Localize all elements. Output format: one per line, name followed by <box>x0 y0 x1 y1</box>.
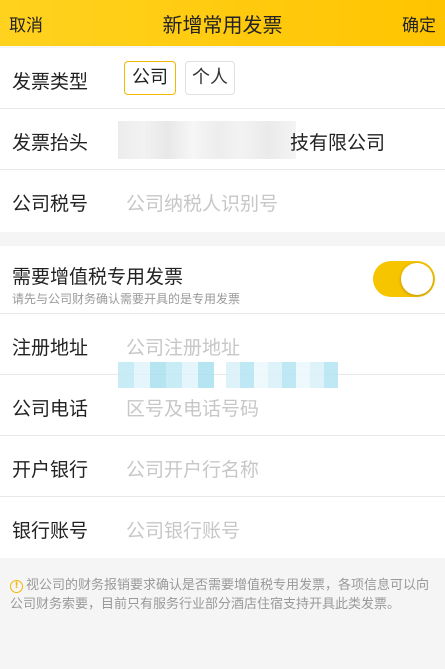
bank-name-input[interactable]: 公司开户行名称 <box>126 455 259 482</box>
register-address-label: 注册地址 <box>12 337 89 359</box>
redacted-mosaic <box>226 362 338 388</box>
nav-bar: 取消 新增常用发票 确定 <box>0 0 445 46</box>
bank-name-label: 开户银行 <box>12 459 89 481</box>
company-phone-input[interactable]: 区号及电话号码 <box>126 394 259 421</box>
vat-label: 需要增值税专用发票 <box>12 266 184 288</box>
vat-toggle-row: 需要增值税专用发票 请先与公司财务确认需要开具的是专用发票 <box>0 246 445 314</box>
info-icon: ! <box>10 580 23 593</box>
vat-info-group: 需要增值税专用发票 请先与公司财务确认需要开具的是专用发票 注册地址 公司注册地… <box>0 246 445 558</box>
toggle-knob <box>401 263 433 295</box>
bank-account-input[interactable]: 公司银行账号 <box>126 516 240 543</box>
company-phone-label: 公司电话 <box>12 398 89 420</box>
page-title: 新增常用发票 <box>162 13 283 37</box>
invoice-header-row[interactable]: 发票抬头 技有限公司 <box>0 109 445 170</box>
company-phone-row[interactable]: 公司电话 区号及电话号码 <box>0 375 445 436</box>
register-address-input[interactable]: 公司注册地址 <box>126 333 240 360</box>
vat-toggle[interactable] <box>373 261 435 297</box>
vat-hint: 请先与公司财务确认需要开具的是专用发票 <box>12 292 241 306</box>
tax-id-label: 公司税号 <box>12 193 89 215</box>
notice-body: 视公司的财务报销要求确认是否需要增值税专用发票，各项信息可以向公司财务索要，目前… <box>10 578 430 612</box>
redacted-mosaic <box>118 362 214 388</box>
invoice-type-personal-option[interactable]: 个人 <box>185 61 235 95</box>
invoice-type-label: 发票类型 <box>12 71 89 93</box>
tax-id-input[interactable]: 公司纳税人识别号 <box>126 189 278 216</box>
confirm-button[interactable]: 确定 <box>402 11 436 36</box>
tax-id-row[interactable]: 公司税号 公司纳税人识别号 <box>0 170 445 231</box>
notice-text: ! 视公司的财务报销要求确认是否需要增值税专用发票，各项信息可以向公司财务索要，目… <box>10 576 435 614</box>
invoice-header-label: 发票抬头 <box>12 132 89 154</box>
bank-account-row[interactable]: 银行账号 公司银行账号 <box>0 497 445 558</box>
basic-info-group: 发票类型 公司 个人 发票抬头 技有限公司 公司税号 公司纳税人识别号 <box>0 48 445 232</box>
bank-account-label: 银行账号 <box>12 520 89 542</box>
bank-name-row[interactable]: 开户银行 公司开户行名称 <box>0 436 445 497</box>
invoice-type-row: 发票类型 公司 个人 <box>0 48 445 109</box>
invoice-type-company-option[interactable]: 公司 <box>124 61 176 95</box>
invoice-header-value: 技有限公司 <box>290 132 386 154</box>
register-address-row[interactable]: 注册地址 公司注册地址 <box>0 314 445 375</box>
redacted-mosaic <box>118 121 296 159</box>
